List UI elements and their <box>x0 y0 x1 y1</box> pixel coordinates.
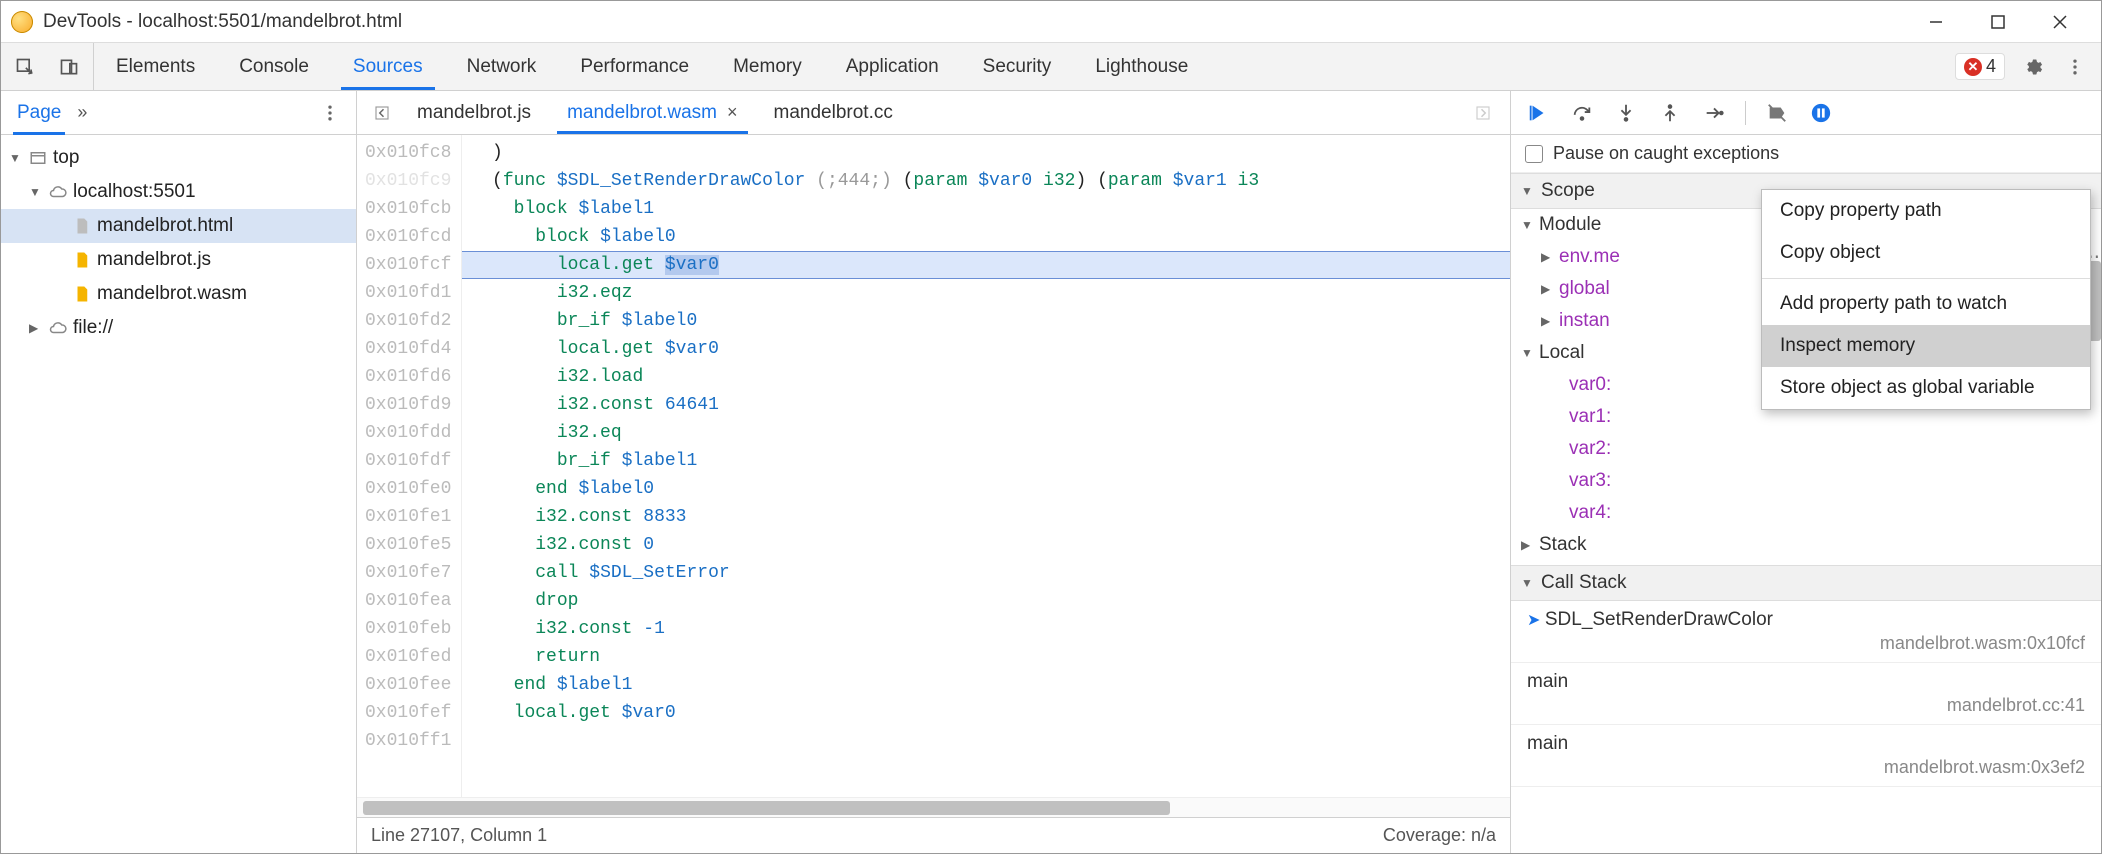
editor-horizontal-scrollbar[interactable] <box>357 797 1510 817</box>
editor-tab[interactable]: mandelbrot.cc <box>756 91 911 134</box>
callstack-list: SDL_SetRenderDrawColormandelbrot.wasm:0x… <box>1511 601 2101 787</box>
panel-tab-lighthouse[interactable]: Lighthouse <box>1073 43 1210 90</box>
editor-tab[interactable]: mandelbrot.js <box>399 91 549 134</box>
file-tree: ▼ top ▼ localhost:5501 mandelbrot.html m… <box>1 135 356 351</box>
editor-statusbar: Line 27107, Column 1 Coverage: n/a <box>357 817 1510 853</box>
step-over-button[interactable] <box>1567 98 1597 128</box>
context-menu-item[interactable]: Copy object <box>1762 232 2090 274</box>
tree-file-wasm[interactable]: mandelbrot.wasm <box>1 277 356 311</box>
callstack-section-header[interactable]: ▼Call Stack <box>1511 565 2101 601</box>
cloud-icon <box>49 183 67 201</box>
navigator-more-tabs[interactable]: » <box>77 102 87 123</box>
panel-tab-memory[interactable]: Memory <box>711 43 824 90</box>
context-menu-item[interactable]: Add property path to watch <box>1762 283 2090 325</box>
callstack-frame[interactable]: mainmandelbrot.wasm:0x3ef2 <box>1511 725 2101 787</box>
context-menu: Copy property pathCopy object Add propert… <box>1761 189 2091 410</box>
resume-button[interactable] <box>1523 98 1553 128</box>
window-minimize-button[interactable] <box>1905 2 1967 42</box>
editor-history-fwd[interactable] <box>1466 104 1500 122</box>
panel-tab-application[interactable]: Application <box>824 43 961 90</box>
navigator-kebab-icon[interactable] <box>316 99 344 127</box>
pause-caught-checkbox[interactable] <box>1525 145 1543 163</box>
editor-code[interactable]: ) (func $SDL_SetRenderDrawColor (;444;) … <box>462 135 1510 797</box>
file-icon <box>73 285 91 303</box>
device-toggle-icon[interactable] <box>55 53 83 81</box>
devtools-app-icon <box>11 11 33 33</box>
tree-file-js[interactable]: mandelbrot.js <box>1 243 356 277</box>
pause-on-caught-row[interactable]: Pause on caught exceptions <box>1511 135 2101 173</box>
tree-node-host[interactable]: ▼ localhost:5501 <box>1 175 356 209</box>
editor-history-back[interactable] <box>365 91 399 134</box>
scope-local-item[interactable]: var2: <box>1511 433 2101 465</box>
scope-stack-header[interactable]: ▶Stack <box>1511 529 2101 561</box>
editor-tabs: mandelbrot.jsmandelbrot.wasm×mandelbrot.… <box>357 91 1510 135</box>
step-button[interactable] <box>1699 98 1729 128</box>
step-into-button[interactable] <box>1611 98 1641 128</box>
error-count: 4 <box>1986 56 1996 77</box>
panel-tab-security[interactable]: Security <box>961 43 1074 90</box>
main-toolbar: ElementsConsoleSourcesNetworkPerformance… <box>1 43 2101 91</box>
callstack-frame[interactable]: SDL_SetRenderDrawColormandelbrot.wasm:0x… <box>1511 601 2101 663</box>
close-tab-icon[interactable]: × <box>727 102 738 123</box>
pause-on-exceptions-button[interactable] <box>1806 98 1836 128</box>
panel-tab-network[interactable]: Network <box>445 43 559 90</box>
window-maximize-button[interactable] <box>1967 2 2029 42</box>
step-out-button[interactable] <box>1655 98 1685 128</box>
window-close-button[interactable] <box>2029 2 2091 42</box>
panel-tab-console[interactable]: Console <box>217 43 331 90</box>
file-icon <box>73 217 91 235</box>
source-editor-pane: mandelbrot.jsmandelbrot.wasm×mandelbrot.… <box>357 91 1511 853</box>
error-count-badge[interactable]: ✕ 4 <box>1955 53 2005 80</box>
tree-file-html[interactable]: mandelbrot.html <box>1 209 356 243</box>
context-menu-item[interactable]: Store object as global variable <box>1762 367 2090 409</box>
panel-tab-performance[interactable]: Performance <box>558 43 711 90</box>
settings-gear-icon[interactable] <box>2019 53 2047 81</box>
scope-local-item[interactable]: var3: <box>1511 465 2101 497</box>
scope-local-item[interactable]: var4: <box>1511 497 2101 529</box>
error-icon: ✕ <box>1964 58 1982 76</box>
panel-tab-sources[interactable]: Sources <box>331 43 445 90</box>
panel-tab-elements[interactable]: Elements <box>94 43 217 90</box>
inspect-element-icon[interactable] <box>11 53 39 81</box>
navigator-tab-page[interactable]: Page <box>13 92 65 134</box>
debugger-toolbar <box>1511 91 2101 135</box>
file-icon <box>73 251 91 269</box>
context-menu-item[interactable]: Inspect memory <box>1762 325 2090 367</box>
window-frame-icon <box>29 149 47 167</box>
kebab-menu-icon[interactable] <box>2061 53 2089 81</box>
panel-tabs: ElementsConsoleSourcesNetworkPerformance… <box>94 43 1210 90</box>
context-menu-item[interactable]: Copy property path <box>1762 190 2090 232</box>
editor-gutter: 0x010fc80x010fc90x010fcb0x010fcd0x010fcf… <box>357 135 462 797</box>
window-titlebar: DevTools - localhost:5501/mandelbrot.htm… <box>1 1 2101 43</box>
debugger-pane: Pause on caught exceptions ▼Scope ▼Modul… <box>1511 91 2101 853</box>
cursor-position: Line 27107, Column 1 <box>371 825 547 846</box>
window-title: DevTools - localhost:5501/mandelbrot.htm… <box>43 11 402 33</box>
navigator-pane: Page » ▼ top ▼ localhost:5501 mandelbrot… <box>1 91 357 853</box>
pause-caught-label: Pause on caught exceptions <box>1553 143 1779 164</box>
coverage-status: Coverage: n/a <box>1383 825 1496 846</box>
cloud-icon <box>49 319 67 337</box>
deactivate-breakpoints-button[interactable] <box>1762 98 1792 128</box>
callstack-frame[interactable]: mainmandelbrot.cc:41 <box>1511 663 2101 725</box>
editor-tab[interactable]: mandelbrot.wasm× <box>549 91 755 134</box>
tree-node-top[interactable]: ▼ top <box>1 141 356 175</box>
tree-node-file-scheme[interactable]: ▶ file:// <box>1 311 356 345</box>
